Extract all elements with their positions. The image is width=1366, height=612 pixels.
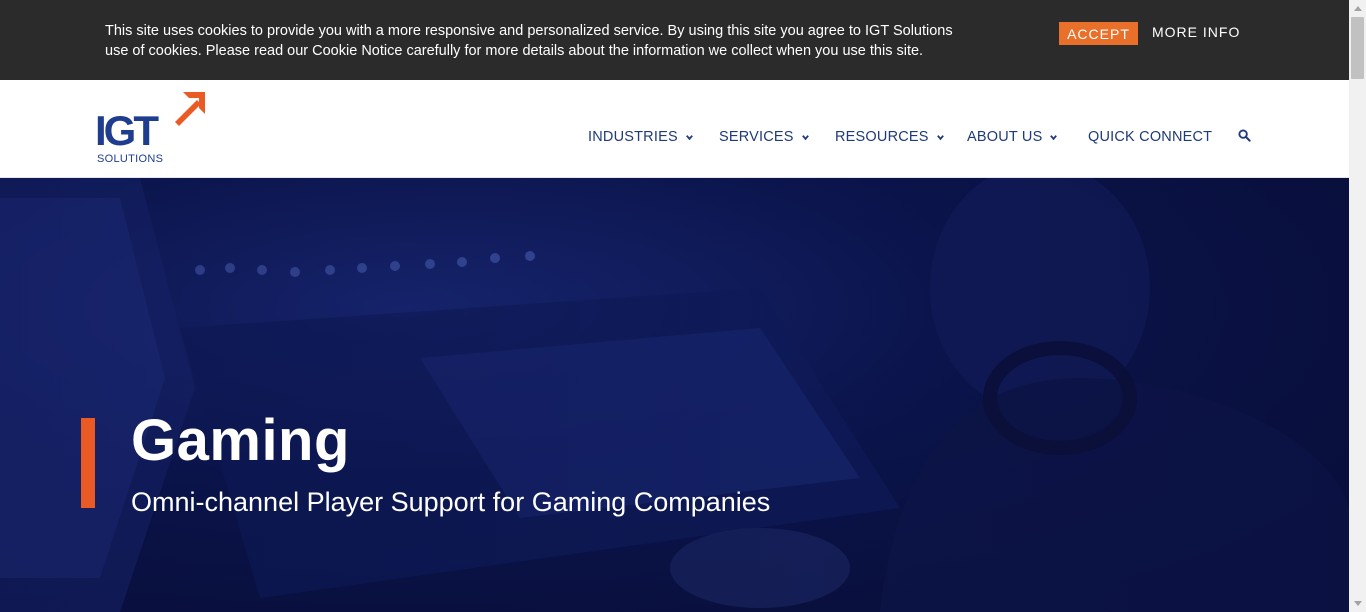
accept-cookies-button[interactable]: ACCEPT (1059, 22, 1138, 45)
logo-subtitle: SOLUTIONS (97, 153, 164, 165)
scroll-up-arrow-icon[interactable] (1349, 0, 1366, 17)
hero-banner: Gaming Omni-channel Player Support for G… (0, 178, 1349, 612)
nav-item-industries[interactable]: INDUSTRIES (588, 127, 694, 147)
nav-item-resources[interactable]: RESOURCES (835, 127, 945, 147)
site-header: IGT SOLUTIONS INDUSTRIES SERVICES RESOUR… (0, 80, 1349, 178)
more-info-link[interactable]: MORE INFO (1152, 24, 1240, 44)
cookie-banner: This site uses cookies to provide you wi… (0, 0, 1349, 80)
nav-item-label: SERVICES (719, 129, 794, 145)
scrollbar-thumb[interactable] (1351, 17, 1364, 79)
logo-wordmark: IGT (95, 107, 159, 154)
igt-solutions-logo[interactable]: IGT SOLUTIONS (95, 92, 210, 166)
page-scrollbar[interactable] (1349, 0, 1366, 612)
search-icon[interactable] (1238, 129, 1251, 142)
nav-item-label: INDUSTRIES (588, 129, 678, 145)
nav-item-about-us[interactable]: ABOUT US (967, 127, 1058, 147)
nav-item-label: ABOUT US (967, 129, 1043, 145)
nav-item-label: RESOURCES (835, 129, 929, 145)
hero-title: Gaming (131, 408, 350, 473)
cookie-notice-text: This site uses cookies to provide you wi… (105, 23, 953, 59)
chevron-down-icon (936, 134, 944, 140)
nav-item-label: QUICK CONNECT (1088, 129, 1213, 145)
nav-item-services[interactable]: SERVICES (719, 127, 810, 147)
chevron-down-icon (1050, 134, 1058, 140)
chevron-down-icon (685, 134, 693, 140)
hero-accent-bar (81, 418, 95, 508)
scroll-down-arrow-icon[interactable] (1349, 595, 1366, 612)
hero-subtitle: Omni-channel Player Support for Gaming C… (131, 487, 771, 517)
hero-overlay (0, 178, 1349, 612)
chevron-down-icon (801, 134, 809, 140)
nav-item-quick-connect[interactable]: QUICK CONNECT (1088, 127, 1212, 147)
logo-arrow-icon (175, 92, 205, 126)
